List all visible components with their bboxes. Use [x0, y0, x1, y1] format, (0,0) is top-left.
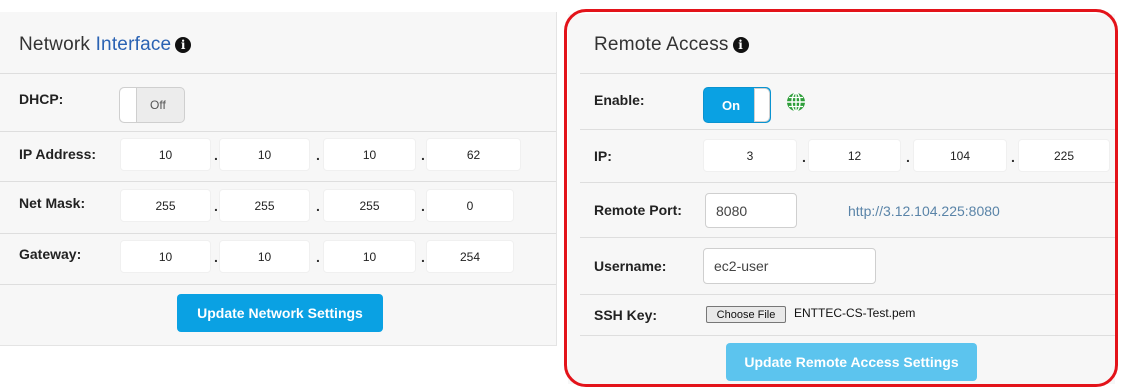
separator-dot: .	[214, 249, 218, 265]
remote-access-title: Remote Access i	[594, 34, 749, 56]
gateway-octet-4[interactable]: 254	[426, 240, 514, 273]
username-label: Username:	[594, 258, 667, 274]
update-remote-access-settings-button[interactable]: Update Remote Access Settings	[726, 343, 977, 381]
gateway-label: Gateway:	[19, 246, 82, 262]
ip-octet-4[interactable]: 62	[426, 138, 521, 171]
mask-octet-2[interactable]: 255	[219, 189, 310, 222]
enable-toggle[interactable]: On	[703, 87, 771, 123]
separator-dot: .	[421, 198, 425, 214]
ssh-key-label: SSH Key:	[594, 307, 658, 323]
remote-access-panel	[568, 14, 1115, 384]
divider	[580, 182, 1115, 183]
separator-dot: .	[316, 198, 320, 214]
title-word-interface: Interface	[95, 34, 172, 55]
gateway-octet-1[interactable]: 10	[120, 240, 211, 273]
separator-dot: .	[214, 198, 218, 214]
separator-dot: .	[421, 147, 425, 163]
info-icon[interactable]: i	[732, 37, 749, 53]
divider	[0, 181, 556, 182]
toggle-knob	[754, 88, 770, 122]
title-word-network: Network	[19, 34, 91, 55]
separator-dot: .	[906, 149, 910, 165]
mask-octet-3[interactable]: 255	[323, 189, 416, 222]
globe-icon	[787, 92, 805, 112]
separator-dot: .	[316, 249, 320, 265]
ip-octet-2[interactable]: 10	[219, 138, 310, 171]
dhcp-toggle[interactable]: Off	[119, 87, 185, 123]
ip-octet-1[interactable]: 10	[120, 138, 211, 171]
separator-dot: .	[214, 147, 218, 163]
remote-ip-octet-4[interactable]: 225	[1018, 139, 1110, 172]
info-icon[interactable]: i	[175, 37, 192, 53]
choose-file-button[interactable]: Choose File	[706, 306, 786, 323]
update-network-settings-button[interactable]: Update Network Settings	[177, 294, 383, 332]
remote-port-label: Remote Port:	[594, 202, 682, 218]
divider	[0, 233, 556, 234]
username-input[interactable]: ec2-user	[703, 248, 876, 284]
remote-ip-octet-2[interactable]: 12	[808, 139, 901, 172]
remote-port-input[interactable]: 8080	[705, 193, 797, 228]
gateway-octet-3[interactable]: 10	[323, 240, 416, 273]
remote-access-title-text: Remote Access	[594, 34, 729, 55]
divider	[580, 73, 1115, 74]
mask-octet-1[interactable]: 255	[120, 189, 211, 222]
enable-toggle-state: On	[722, 98, 741, 113]
separator-dot: .	[316, 147, 320, 163]
separator-dot: .	[1011, 149, 1015, 165]
mask-octet-4[interactable]: 0	[426, 189, 514, 222]
ip-label: IP:	[594, 148, 612, 164]
divider	[0, 131, 556, 132]
enable-label: Enable:	[594, 92, 645, 108]
ip-address-label: IP Address:	[19, 146, 97, 162]
ip-octet-3[interactable]: 10	[323, 138, 416, 171]
remote-url-link[interactable]: http://3.12.104.225:8080	[848, 203, 1000, 219]
remote-ip-octet-3[interactable]: 104	[913, 139, 1007, 172]
toggle-knob	[120, 88, 137, 122]
divider	[580, 129, 1115, 130]
separator-dot: .	[421, 249, 425, 265]
divider	[0, 284, 556, 285]
network-interface-title: Network Interface i	[19, 34, 192, 56]
divider	[580, 294, 1115, 295]
dhcp-toggle-state: Off	[150, 98, 166, 112]
gateway-octet-2[interactable]: 10	[219, 240, 310, 273]
divider	[0, 73, 556, 74]
separator-dot: .	[802, 149, 806, 165]
remote-ip-octet-1[interactable]: 3	[703, 139, 797, 172]
ssh-key-filename: ENTTEC-CS-Test.pem	[794, 306, 916, 320]
divider	[580, 237, 1115, 238]
dhcp-label: DHCP:	[19, 91, 64, 107]
divider	[580, 335, 1115, 336]
net-mask-label: Net Mask:	[19, 195, 86, 211]
